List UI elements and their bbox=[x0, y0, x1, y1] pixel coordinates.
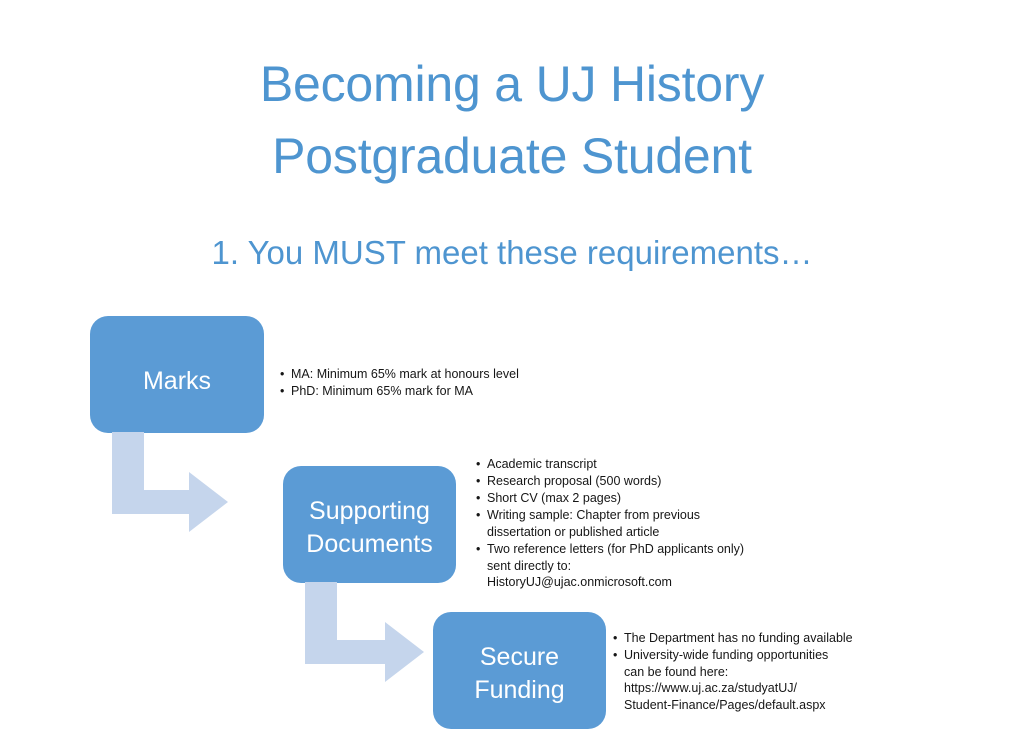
bullet-list-supporting-documents: Academic transcript Research proposal (5… bbox=[476, 456, 786, 591]
list-item: Two reference letters (for PhD applicant… bbox=[476, 541, 786, 591]
bullet-list-secure-funding: The Department has no funding available … bbox=[613, 630, 913, 714]
elbow-arrow-down-right-icon bbox=[305, 582, 424, 682]
list-item: PhD: Minimum 65% mark for MA bbox=[280, 383, 580, 400]
list-item: Writing sample: Chapter from previous di… bbox=[476, 507, 786, 540]
slide-subtitle: 1. You MUST meet these requirements… bbox=[211, 234, 813, 271]
stage-box-marks: Marks bbox=[90, 316, 264, 433]
stage-box-secure-funding: Secure Funding bbox=[433, 612, 606, 729]
elbow-arrow-down-right-icon bbox=[112, 432, 228, 532]
list-item: University-wide funding opportunities ca… bbox=[613, 647, 913, 713]
list-item: The Department has no funding available bbox=[613, 630, 913, 647]
list-item: Research proposal (500 words) bbox=[476, 473, 786, 490]
page-title: Becoming a UJ History Postgraduate Stude… bbox=[259, 56, 765, 184]
list-item: MA: Minimum 65% mark at honours level bbox=[280, 366, 580, 383]
list-item: Short CV (max 2 pages) bbox=[476, 490, 786, 507]
stage-box-supporting-documents: Supporting Documents bbox=[283, 466, 456, 583]
bullet-list-marks: MA: Minimum 65% mark at honours level Ph… bbox=[280, 366, 580, 400]
list-item: Academic transcript bbox=[476, 456, 786, 473]
